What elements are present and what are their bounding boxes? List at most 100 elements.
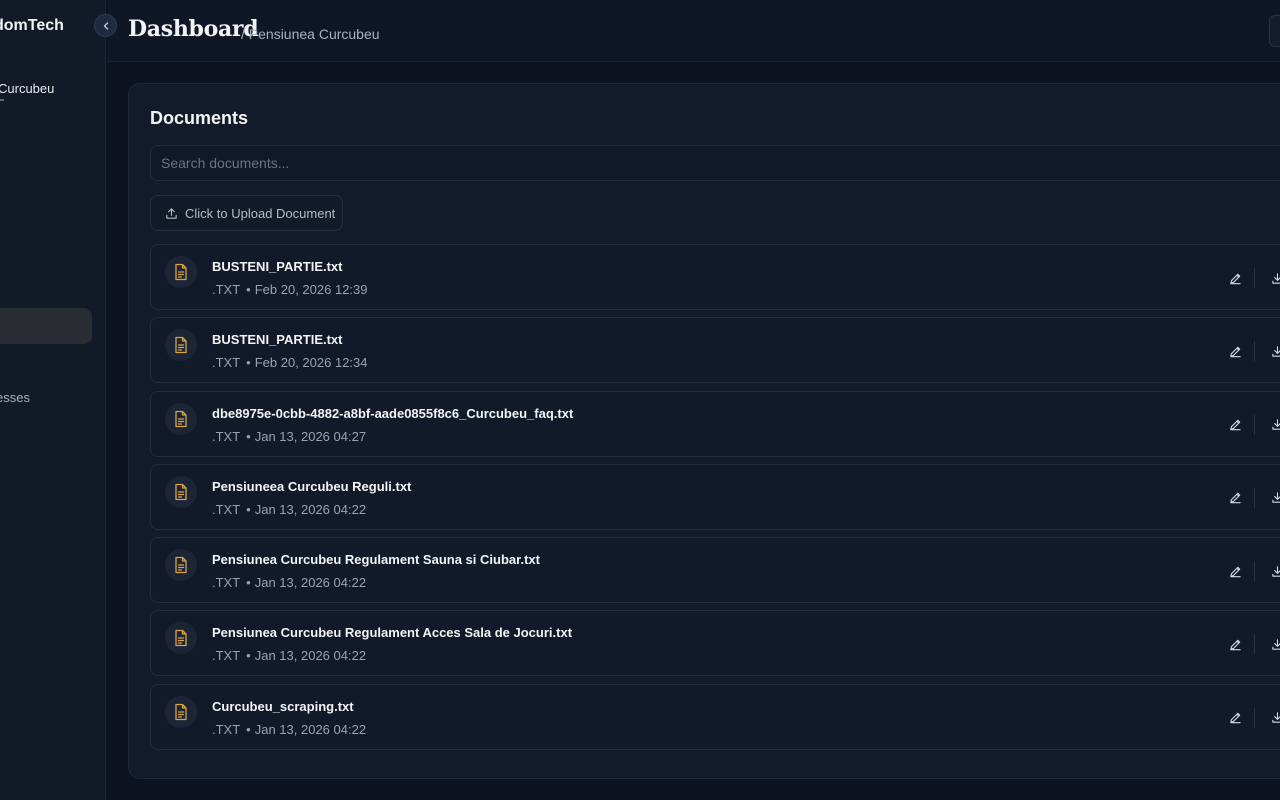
top-header: Dashboard / Pensiunea Curcubeu <box>107 0 1280 62</box>
file-text-icon <box>175 557 187 574</box>
file-icon-badge <box>165 256 197 288</box>
download-icon <box>1271 565 1280 577</box>
download-icon <box>1271 346 1280 357</box>
file-text-icon <box>175 630 187 647</box>
brand-logo-text: domTech <box>0 17 64 34</box>
upload-document-button[interactable]: Click to Upload Document <box>150 195 343 231</box>
header-action-button[interactable] <box>1269 15 1280 47</box>
download-document-button[interactable] <box>1268 416 1280 434</box>
action-divider <box>1254 487 1255 508</box>
edit-document-button[interactable] <box>1226 416 1244 434</box>
download-icon <box>1271 492 1280 504</box>
download-document-button[interactable] <box>1268 709 1280 727</box>
documents-title: Documents <box>150 108 249 128</box>
pencil-icon <box>1229 273 1241 284</box>
pencil-icon <box>1229 419 1241 431</box>
document-date: Jan 13, 2026 04:22 <box>254 501 367 517</box>
document-type: .TXT <box>212 428 241 444</box>
edit-document-button[interactable] <box>1226 635 1244 653</box>
file-icon-badge <box>165 329 197 362</box>
document-date: Feb 20, 2026 12:39 <box>254 282 368 297</box>
document-date: Jan 13, 2026 04:22 <box>254 575 367 591</box>
download-document-button[interactable] <box>1268 489 1280 507</box>
document-meta: .TXT • Jan 13, 2026 04:22 <box>212 648 367 664</box>
document-name: Pensiunea Curcubeu Regulament Sauna si C… <box>212 552 540 568</box>
file-icon-badge <box>165 475 197 508</box>
search-documents-input[interactable] <box>150 145 1280 181</box>
pencil-icon <box>1229 346 1241 358</box>
pencil-icon <box>1229 566 1241 577</box>
action-divider <box>1254 707 1255 728</box>
document-meta: .TXT • Jan 13, 2026 04:27 <box>212 428 367 444</box>
document-date: Feb 20, 2026 12:34 <box>254 355 368 371</box>
document-type: .TXT <box>212 575 241 591</box>
edit-document-button[interactable] <box>1226 562 1244 580</box>
document-type: .TXT <box>212 721 241 737</box>
pencil-icon <box>1229 493 1241 504</box>
breadcrumb[interactable]: / Pensiunea Curcubeu <box>241 26 380 42</box>
file-icon-badge <box>165 549 197 582</box>
document-name: Pensiuneea Curcubeu Reguli.txt <box>212 478 412 494</box>
page-title: Dashboard <box>128 16 259 42</box>
action-divider <box>1254 414 1255 435</box>
edit-document-button[interactable] <box>1226 269 1244 287</box>
action-divider <box>1254 341 1255 362</box>
document-list: BUSTENI_PARTIE.txt .TXT • Feb 20, 2026 12:… <box>150 244 1280 757</box>
sidebar-property-name[interactable]: Curcubeu <box>0 81 54 96</box>
upload-icon <box>166 207 177 219</box>
download-document-button[interactable] <box>1268 562 1280 580</box>
sidebar-collapse-button[interactable] <box>94 14 117 37</box>
sidebar: domTech Curcubeu esses <box>0 0 106 800</box>
document-name: Pensiunea Curcubeu Regulament Acces Sala… <box>212 625 573 641</box>
file-text-icon <box>175 263 187 281</box>
document-type: .TXT <box>212 282 241 297</box>
file-icon-badge <box>165 695 197 728</box>
sidebar-item-businesses[interactable]: esses <box>0 390 30 405</box>
download-icon <box>1271 272 1280 284</box>
file-text-icon <box>175 703 187 720</box>
sidebar-item-active[interactable] <box>0 308 92 344</box>
file-text-icon <box>175 483 187 501</box>
download-document-button[interactable] <box>1268 635 1280 653</box>
document-row[interactable]: Pensiunea Curcubeu Regulament Acces Sala… <box>150 610 1280 677</box>
file-icon-badge <box>165 402 197 435</box>
document-row[interactable]: BUSTENI_PARTIE.txt .TXT • Feb 20, 2026 12:… <box>150 317 1280 384</box>
document-name: dbe8975e-0cbb-4882-a8bf-aade0855f8c6_Cur… <box>212 405 574 421</box>
chevron-left-icon <box>103 21 108 30</box>
download-icon <box>1271 712 1280 723</box>
download-document-button[interactable] <box>1268 342 1280 360</box>
document-row[interactable]: dbe8975e-0cbb-4882-a8bf-aade0855f8c6_Cur… <box>150 390 1280 457</box>
document-type: .TXT <box>212 355 241 371</box>
edit-document-button[interactable] <box>1226 709 1244 727</box>
file-icon-badge <box>165 622 197 655</box>
file-text-icon <box>175 337 187 354</box>
document-row[interactable]: Pensiunea Curcubeu Regulament Sauna si C… <box>150 537 1280 604</box>
file-text-icon <box>175 410 187 427</box>
edit-document-button[interactable] <box>1226 489 1244 507</box>
sidebar-property-subtitle <box>0 99 4 101</box>
download-icon <box>1271 639 1280 650</box>
pencil-icon <box>1229 713 1241 724</box>
document-meta: .TXT • Jan 13, 2026 04:22 <box>212 721 367 737</box>
document-type: .TXT <box>212 648 241 664</box>
document-meta: .TXT • Jan 13, 2026 04:22 <box>212 575 367 591</box>
document-row[interactable]: Pensiuneea Curcubeu Reguli.txt .TXT • Jan … <box>150 463 1280 530</box>
document-name: BUSTENI_PARTIE.txt <box>212 259 343 274</box>
document-meta: .TXT • Jan 13, 2026 04:22 <box>212 501 367 517</box>
document-row[interactable]: Curcubeu_scraping.txt .TXT • Jan 13, 2026 … <box>150 683 1280 750</box>
download-document-button[interactable] <box>1268 269 1280 287</box>
download-icon <box>1271 419 1280 430</box>
document-date: Jan 13, 2026 04:22 <box>254 648 367 664</box>
document-meta: .TXT • Feb 20, 2026 12:39 <box>212 282 368 297</box>
document-name: BUSTENI_PARTIE.txt <box>212 332 343 348</box>
action-divider <box>1254 634 1255 655</box>
documents-card: Documents Click to Upload Document BUSTE… <box>128 83 1280 779</box>
app-root: domTech Curcubeu esses Dashboard / Pensi… <box>0 0 1280 800</box>
document-meta: .TXT • Feb 20, 2026 12:34 <box>212 355 368 371</box>
document-name: Curcubeu_scraping.txt <box>212 698 354 714</box>
document-date: Jan 13, 2026 04:22 <box>254 721 367 737</box>
document-row[interactable]: BUSTENI_PARTIE.txt .TXT • Feb 20, 2026 12:… <box>150 244 1280 310</box>
pencil-icon <box>1229 639 1241 651</box>
edit-document-button[interactable] <box>1226 342 1244 360</box>
document-type: .TXT <box>212 501 241 517</box>
